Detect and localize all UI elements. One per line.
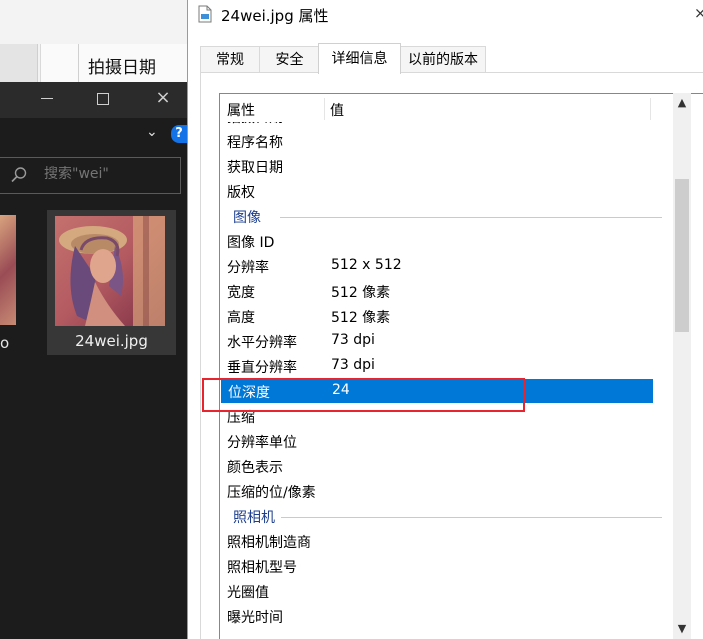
property-row[interactable]: 宽度 512 像素 <box>220 279 654 303</box>
property-row[interactable]: 图像 ID <box>220 229 654 253</box>
property-name: 分辨率 <box>227 260 269 276</box>
property-row[interactable]: 垂直分辨率 73 dpi <box>220 354 654 378</box>
chevron-down-icon[interactable]: ⌄ <box>146 124 158 140</box>
group-header-label: 照相机 <box>233 507 281 527</box>
properties-dialog: 24wei.jpg 属性 × 常规 安全 详细信息 以前的版本 拍摄日期程序名称… <box>187 0 703 639</box>
property-value: 73 dpi <box>331 332 375 348</box>
search-icon <box>11 167 27 183</box>
annotation-highlight-box <box>202 378 525 412</box>
list-header: 属性 值 <box>220 94 672 122</box>
search-input[interactable] <box>44 166 174 182</box>
scroll-thumb[interactable] <box>675 179 689 332</box>
tab-general[interactable]: 常规 <box>200 46 260 73</box>
minimize-icon[interactable] <box>41 98 53 99</box>
property-row[interactable]: 照相机制造商 <box>220 529 654 553</box>
group-header[interactable]: 图像 <box>220 204 664 228</box>
group-header-label: 图像 <box>233 207 267 227</box>
scroll-up-icon[interactable]: ▲ <box>676 97 688 109</box>
previous-file-thumbnail[interactable] <box>0 215 16 325</box>
properties-rows: 拍摄日期程序名称获取日期版权图像图像 ID分辨率512 x 512宽度512 像… <box>220 94 672 639</box>
property-name: 高度 <box>227 310 255 326</box>
scroll-down-icon[interactable]: ▼ <box>676 623 688 635</box>
column-header-value[interactable]: 值 <box>330 100 344 120</box>
property-row[interactable]: 分辨率单位 <box>220 429 654 453</box>
background-file-list-header: 拍摄日期 <box>0 0 187 82</box>
property-row[interactable]: 程序名称 <box>220 129 654 153</box>
maximize-icon[interactable] <box>97 93 109 105</box>
property-name: 获取日期 <box>227 160 283 176</box>
property-value: 512 x 512 <box>331 257 402 273</box>
property-row[interactable]: 光圈值 <box>220 579 654 603</box>
file-name-label[interactable]: 24wei.jpg <box>47 332 176 350</box>
property-name: 曝光时间 <box>227 610 283 626</box>
property-name: 程序名称 <box>227 135 283 151</box>
column-header-label: 拍摄日期 <box>88 58 156 78</box>
tab-previous-versions[interactable]: 以前的版本 <box>400 46 486 73</box>
property-name: 版权 <box>227 185 255 201</box>
selected-file-tile[interactable]: 24wei.jpg <box>47 210 176 355</box>
dialog-title: 24wei.jpg 属性 <box>221 7 329 25</box>
group-divider <box>280 217 662 218</box>
property-name: 压缩的位/像素 <box>227 485 316 501</box>
group-divider <box>280 517 662 518</box>
column-divider[interactable] <box>324 98 325 120</box>
explorer-window: × ⌄ ? o <box>0 82 187 639</box>
property-name: 分辨率单位 <box>227 435 297 451</box>
property-row[interactable]: 颜色表示 <box>220 454 654 478</box>
property-name: 照相机型号 <box>227 560 297 576</box>
property-name: 宽度 <box>227 285 255 301</box>
dialog-close-icon[interactable]: × <box>694 4 703 22</box>
tab-details[interactable]: 详细信息 <box>318 43 401 74</box>
vertical-scrollbar[interactable]: ▲ ▼ <box>673 93 691 639</box>
property-name: 垂直分辨率 <box>227 360 297 376</box>
close-icon[interactable]: × <box>154 88 172 108</box>
column-header-blank <box>0 44 38 82</box>
property-row[interactable]: 照相机型号 <box>220 554 654 578</box>
property-value: 512 像素 <box>331 310 391 326</box>
property-name: 光圈值 <box>227 585 269 601</box>
property-row[interactable]: 曝光时间 <box>220 604 654 628</box>
property-name: 水平分辨率 <box>227 335 297 351</box>
property-row[interactable]: 水平分辨率 73 dpi <box>220 329 654 353</box>
property-row[interactable]: 高度 512 像素 <box>220 304 654 328</box>
image-file-icon <box>198 5 212 23</box>
explorer-ribbon <box>0 118 187 150</box>
property-row[interactable]: 分辨率 512 x 512 <box>220 254 654 278</box>
property-name: 照相机制造商 <box>227 535 311 551</box>
column-header-property[interactable]: 属性 <box>227 100 255 120</box>
properties-list[interactable]: 拍摄日期程序名称获取日期版权图像图像 ID分辨率512 x 512宽度512 像… <box>219 93 703 639</box>
help-icon[interactable]: ? <box>171 125 187 143</box>
property-name: 颜色表示 <box>227 460 283 476</box>
property-value: 512 像素 <box>331 285 391 301</box>
tab-security[interactable]: 安全 <box>259 46 320 73</box>
search-box[interactable] <box>0 157 181 194</box>
previous-file-label[interactable]: o <box>0 334 9 352</box>
group-header[interactable]: 照相机 <box>220 504 664 528</box>
property-row[interactable]: 获取日期 <box>220 154 654 178</box>
property-value: 73 dpi <box>331 357 375 373</box>
property-row[interactable]: 压缩的位/像素 <box>220 479 654 503</box>
image-thumbnail <box>55 216 165 326</box>
property-name: 图像 ID <box>227 235 275 251</box>
column-divider <box>78 44 79 82</box>
property-row[interactable]: 版权 <box>220 179 654 203</box>
column-divider[interactable] <box>650 98 651 120</box>
